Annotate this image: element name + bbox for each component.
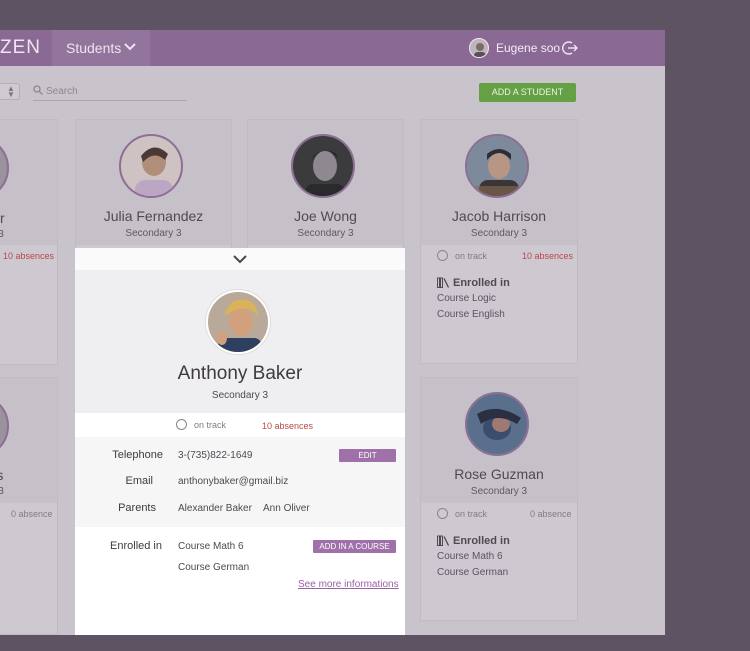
student-detail-panel: Anthony Baker Secondary 3 on track 10 ab… [75,248,405,635]
student-grade: 3 [0,486,4,497]
student-grade: Secondary 3 [470,228,528,239]
brand-logo[interactable]: ZEN [0,37,41,59]
status-label: on track [194,420,227,430]
students-nav-menu[interactable]: Students [52,30,150,66]
absence-count: 10 absences [262,421,314,431]
status-label: on track [455,509,488,519]
select-arrows-icon: ▲ ▼ [7,84,15,99]
student-photo [208,292,268,352]
course-item: Course German [178,562,250,573]
student-card[interactable]: Joe Wong Secondary 3 [247,119,404,254]
detail-header: Anthony Baker Secondary 3 [75,248,405,413]
books-icon [437,277,450,288]
parents-label: Parents [118,502,156,514]
students-nav-label: Students [66,40,122,56]
student-avatar [119,134,183,198]
card-header [0,378,57,503]
student-grade: 3 [0,229,4,240]
telephone-label: Telephone [112,449,163,461]
student-grade: Secondary 3 [470,486,528,497]
chevron-down-icon [124,43,136,51]
chevron-down-icon[interactable] [232,253,248,265]
enrolled-title: Enrolled in [453,277,510,289]
email-label: Email [125,475,153,487]
top-bar: ZEN Students Eugene soo [0,30,665,66]
course-item: Course Logic [437,293,496,304]
status-row: on track 10 absences [421,246,577,266]
see-more-link[interactable]: See more informations [298,579,399,590]
student-name: Julia Fernandez [103,208,204,224]
on-track-icon [176,419,187,430]
student-avatar [465,392,529,456]
student-avatar [465,134,529,198]
student-name: Anthony Baker [177,363,303,384]
telephone-value: 3-(735)822-1649 [178,450,253,461]
absence-count: 10 absences [522,251,574,261]
student-grade: Secondary 3 [211,390,269,401]
student-card[interactable]: aker 3 10 absences [0,119,58,365]
absence-count: 0 absence [11,509,53,519]
search-box [33,84,187,101]
on-track-icon [437,508,448,519]
enrolled-label: Enrolled in [110,540,162,552]
card-header [0,120,57,245]
user-name[interactable]: Eugene soo [496,41,560,55]
student-name: aker [0,210,5,226]
edit-button[interactable]: EDIT [339,449,396,462]
student-grade: Secondary 3 [297,228,354,239]
student-name: Joe Wong [294,208,357,224]
student-card[interactable]: Jacob Harrison Secondary 3 on track 10 a… [420,119,578,364]
add-course-button[interactable]: ADD IN A COURSE [313,540,396,553]
parent-name: Ann Oliver [263,503,310,514]
books-icon [437,535,450,546]
search-input[interactable] [46,84,186,99]
absence-count: 0 absence [530,509,572,519]
student-card[interactable]: Julia Fernandez Secondary 3 [75,119,232,254]
logout-icon[interactable] [561,40,578,56]
student-card[interactable]: Rose Guzman Secondary 3 on track 0 absen… [420,377,578,621]
user-avatar-image [470,39,488,57]
student-card[interactable]: rtis 3 0 absence [0,377,58,635]
course-item: Course German [437,567,509,578]
sort-select[interactable]: ▲ ▼ [0,83,20,100]
status-row: on track 0 absence [421,504,577,524]
collapse-bar[interactable] [75,248,405,270]
student-grade: Secondary 3 [125,228,182,239]
add-student-button[interactable]: ADD A STUDENT [479,83,576,102]
on-track-icon [437,250,448,261]
student-avatar [291,134,355,198]
absence-count: 10 absences [3,251,55,261]
course-item: Course Math 6 [437,551,503,562]
course-item: Course Math 6 [178,541,244,552]
student-avatar [206,290,270,354]
student-name: Rose Guzman [454,466,544,482]
enrolled-title: Enrolled in [453,535,510,547]
course-item: Course English [437,309,505,320]
search-icon [33,85,43,95]
parent-name: Alexander Baker [178,503,252,514]
user-avatar[interactable] [469,38,489,58]
email-value: anthonybaker@gmail.biz [178,476,289,487]
student-name: rtis [0,467,27,483]
status-label: on track [455,251,488,261]
status-row: on track 10 absences [75,413,405,437]
student-name: Jacob Harrison [451,208,547,224]
